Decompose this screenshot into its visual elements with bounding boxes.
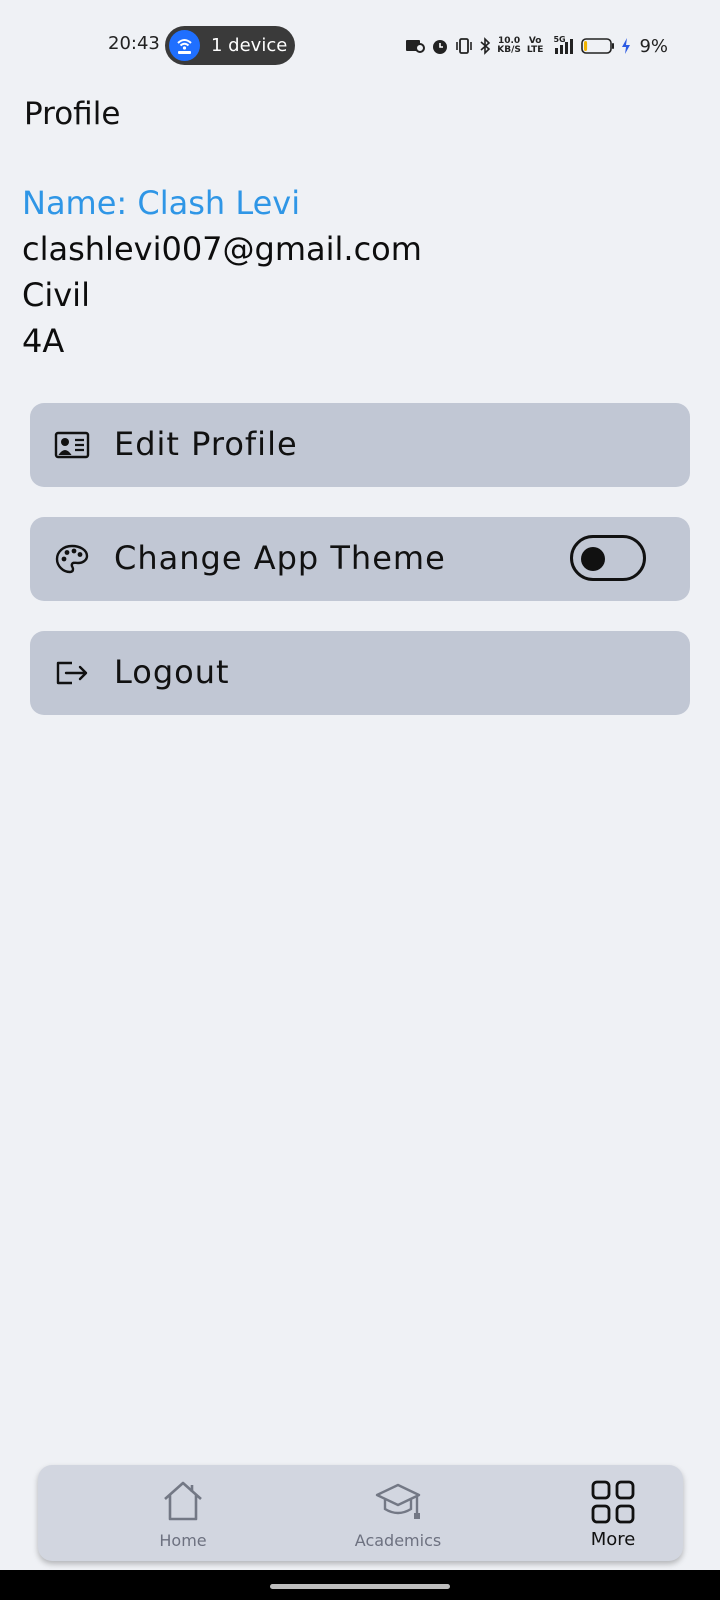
profile-name: Name: Clash Levi — [22, 184, 301, 222]
volte-bottom: LTE — [526, 45, 544, 55]
vibrate-icon — [456, 38, 473, 54]
status-icons: 10.0 KB/S Vo LTE 5G 9% — [405, 35, 668, 57]
grid-icon — [590, 1479, 636, 1529]
battery-icon — [581, 38, 615, 54]
profile-section: 4A — [22, 322, 65, 360]
graduation-cap-icon — [373, 1479, 423, 1527]
logout-label: Logout — [114, 653, 230, 691]
profile-info: Name: Clash Levi clashlevi007@gmail.com … — [22, 180, 422, 364]
nav-home[interactable]: Home — [113, 1465, 253, 1561]
gesture-handle[interactable] — [270, 1584, 450, 1589]
theme-toggle-knob — [581, 547, 605, 571]
alarm-icon — [433, 40, 448, 54]
nav-home-label: Home — [159, 1531, 207, 1550]
page-title: Profile — [24, 96, 121, 132]
palette-icon — [54, 543, 90, 575]
nav-academics-label: Academics — [354, 1531, 442, 1550]
hotspot-pill[interactable]: 1 device — [165, 26, 295, 65]
hotspot-icon — [169, 30, 200, 61]
change-theme-row[interactable]: Change App Theme — [30, 517, 690, 601]
logout-icon — [54, 657, 90, 689]
charging-icon — [622, 38, 631, 54]
signal-group: 5G — [549, 35, 575, 55]
home-icon — [159, 1479, 207, 1527]
signal-icon — [555, 39, 574, 54]
status-time: 20:43 — [108, 33, 160, 54]
nav-academics[interactable]: Academics — [328, 1465, 468, 1561]
net-speed-unit: KB/S — [497, 45, 521, 55]
screen-record-icon — [406, 40, 426, 53]
status-bar: 20:43 1 device 10.0 KB/S Vo LTE 5G 9% — [0, 0, 720, 90]
id-card-icon — [54, 429, 90, 461]
nav-more[interactable]: More — [543, 1465, 683, 1561]
battery-percent: 9% — [639, 35, 668, 57]
bottom-navigation: Home Academics More — [38, 1465, 683, 1561]
net-speed: 10.0 KB/S — [497, 37, 521, 55]
volte-indicator: Vo LTE — [527, 37, 544, 55]
edit-profile-button[interactable]: Edit Profile — [30, 403, 690, 487]
change-theme-label: Change App Theme — [114, 539, 446, 577]
profile-department: Civil — [22, 276, 90, 314]
bluetooth-icon — [480, 37, 491, 55]
nav-more-label: More — [590, 1529, 636, 1550]
profile-email: clashlevi007@gmail.com — [22, 230, 422, 268]
logout-button[interactable]: Logout — [30, 631, 690, 715]
edit-profile-label: Edit Profile — [114, 425, 298, 463]
hotspot-label: 1 device — [211, 35, 288, 56]
theme-toggle[interactable] — [570, 535, 646, 581]
